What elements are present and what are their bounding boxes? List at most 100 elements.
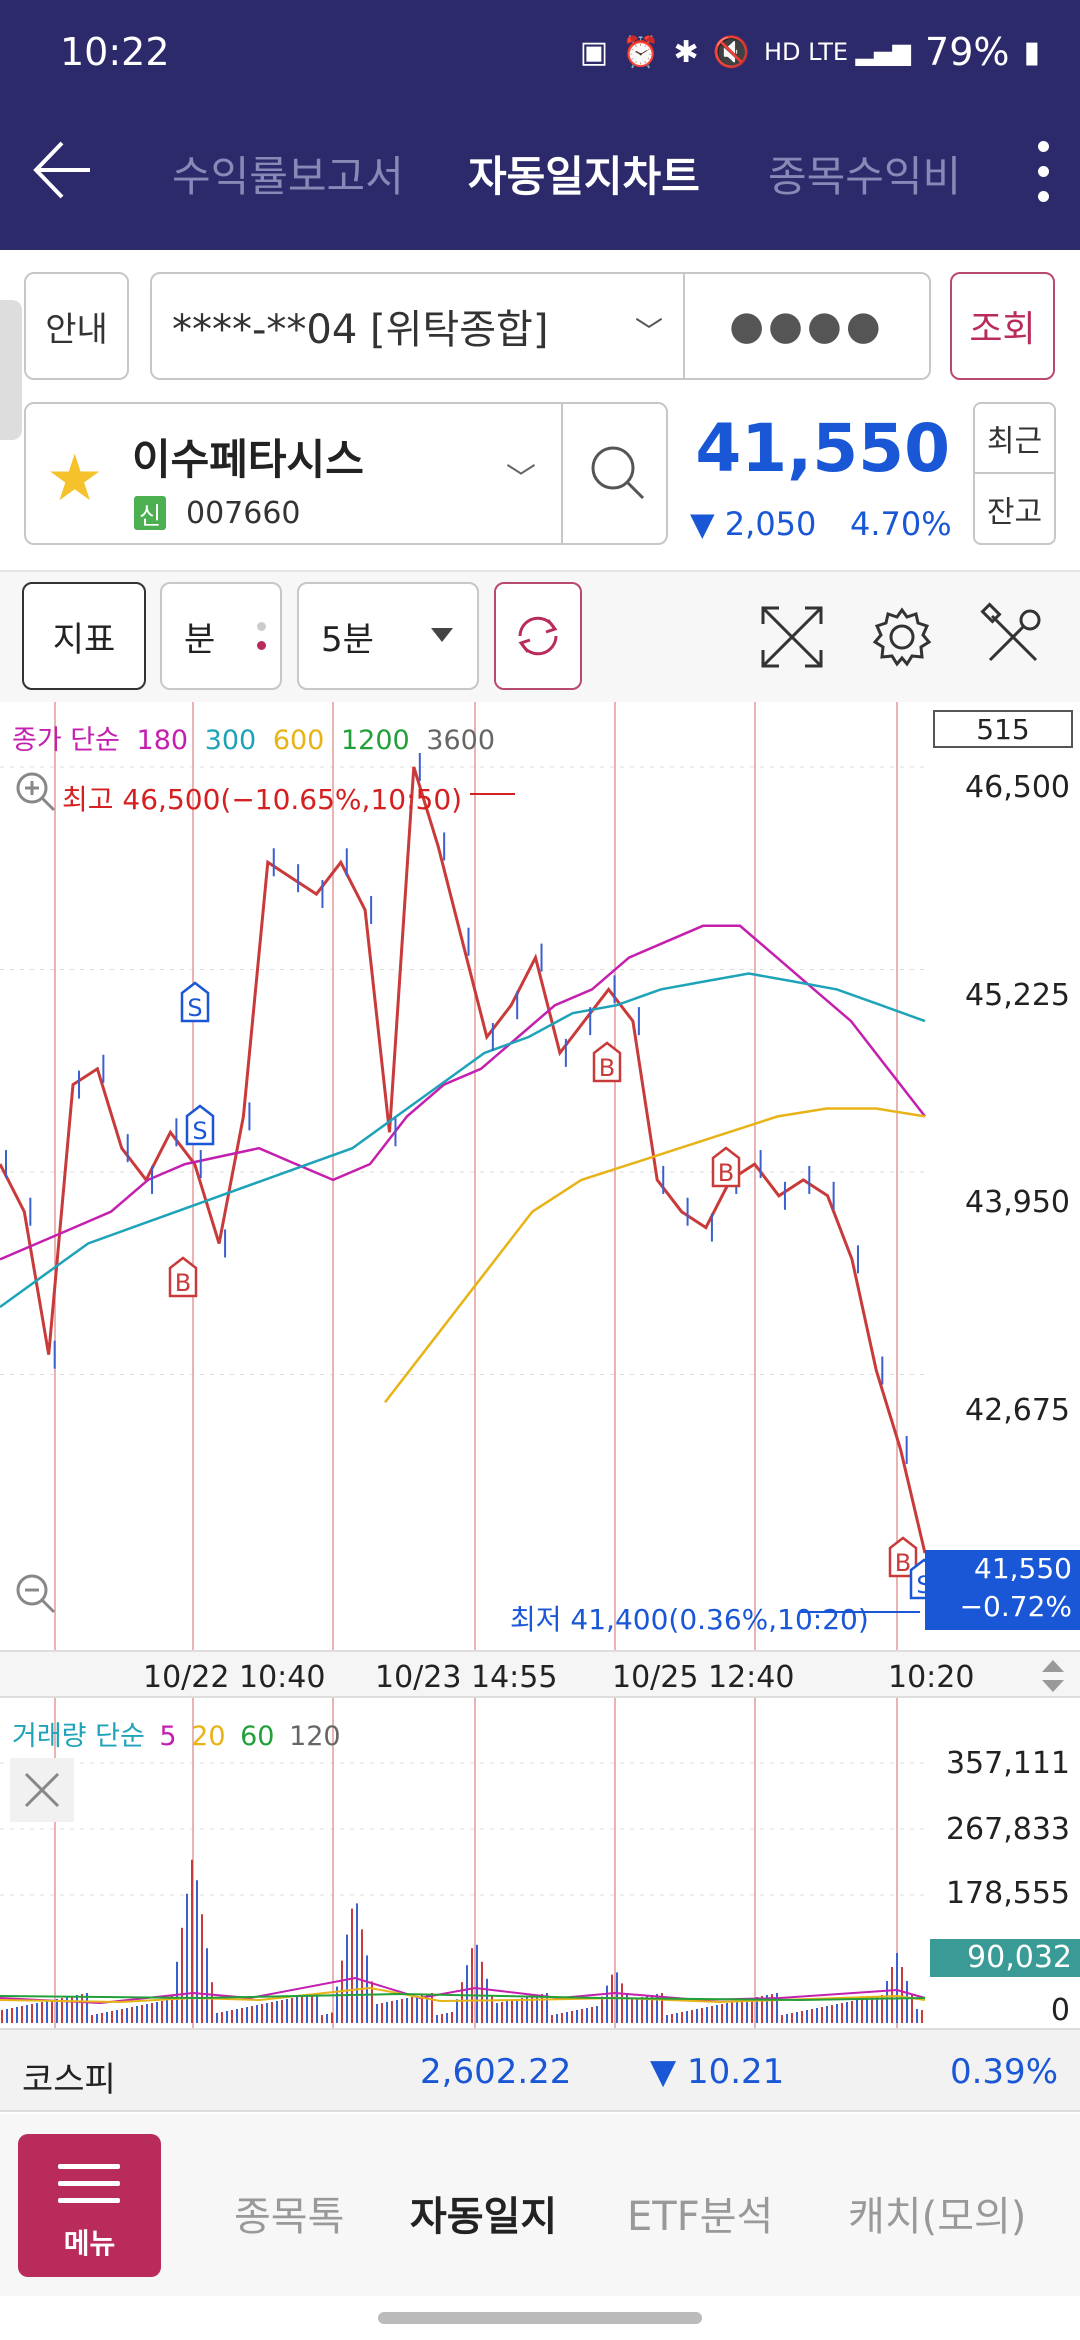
series-line-300 (0, 972, 926, 1309)
y-tick-label: 45,225 (965, 978, 1070, 1013)
tab-stock-return[interactable]: 종목수익비 (768, 143, 978, 204)
app-bar: 수익률보고서 자동일지차트 종목수익비 (0, 105, 1080, 250)
volume-y-tick: 178,555 (945, 1876, 1070, 1911)
tab-auto-journal-chart[interactable]: 자동일지차트 (468, 143, 700, 204)
price-chart-canvas[interactable]: SSBBBBS (0, 702, 1080, 1650)
series-line-180 (0, 924, 926, 1261)
chart-toolbar: 지표 분 5분 (0, 572, 1080, 702)
balance-button[interactable]: 잔고 (975, 474, 1054, 544)
status-bar: 10:22 ▣ ⏰ ✱ 🔇 HD LTE ▂▄▆ 79% ▮ (0, 0, 1080, 105)
nav-catch-mock[interactable]: 캐치(모의) (848, 2184, 1026, 2242)
legend-ma-600: 600 (272, 725, 325, 756)
legend-prefix: 종가 단순 (12, 725, 120, 756)
dots-icon (257, 622, 266, 660)
index-name: 코스피 (22, 2060, 116, 2100)
series-line-600 (384, 1107, 926, 1404)
recent-balance-toggle: 최근 잔고 (973, 402, 1056, 545)
index-ticker[interactable]: 코스피 2,602.22 ▼ 10.21 0.39% (0, 2028, 1080, 2112)
y-tick-label: 43,950 (965, 1185, 1070, 1220)
signal-label: B (175, 1269, 191, 1297)
refresh-button[interactable] (494, 582, 582, 690)
query-button[interactable]: 조회 (950, 272, 1055, 380)
signal-label: S (187, 994, 202, 1022)
signal-label: B (599, 1054, 615, 1082)
account-select[interactable]: ****-**04 [위탁종합] ﹀ (150, 272, 685, 380)
bottom-nav: 메뉴 종목톡 자동일지 ETF분석 캐치(모의) (0, 2114, 1080, 2296)
legend-vol-5: 5 (159, 1721, 177, 1752)
x-axis: 10/22 10:40 10/23 14:55 10/25 12:40 10:2… (0, 1650, 1080, 1698)
account-row: 안내 ****-**04 [위탁종합] ﹀ ●●●● 조회 (0, 272, 1080, 382)
stock-name: 이수페타시스 (132, 435, 364, 484)
home-indicator (378, 2312, 702, 2324)
nav-etf-analysis[interactable]: ETF분석 (627, 2184, 773, 2242)
period-label: 분 (184, 619, 216, 660)
x-tick-label: 10:20 (888, 1660, 975, 1695)
battery-icon: ▮ (1023, 34, 1040, 70)
account-number: ****-**04 [위탁종합] (172, 307, 549, 353)
current-price: 41,550 (695, 410, 950, 487)
signal-label: S (192, 1117, 207, 1145)
stock-selector[interactable]: ★ 이수페타시스 신 007660 ﹀ (24, 402, 668, 545)
hamburger-icon (58, 2164, 120, 2215)
index-change-pct: 0.39% (949, 2052, 1058, 2092)
menu-button[interactable]: 메뉴 (18, 2134, 161, 2277)
mute-icon: 🔇 (712, 34, 750, 70)
legend-vol-20: 20 (191, 1721, 226, 1752)
battery-percent: 79% (925, 30, 1010, 74)
last-volume-tag: 90,032 (930, 1939, 1080, 1977)
back-arrow-icon[interactable] (28, 135, 98, 205)
chevron-down-icon: ﹀ (634, 315, 663, 348)
recent-button[interactable]: 최근 (975, 404, 1054, 474)
volume-y-tick: 357,111 (945, 1746, 1070, 1781)
chevron-down-icon[interactable]: ﹀ (506, 454, 536, 498)
signal-label: B (718, 1159, 734, 1187)
close-icon[interactable] (10, 1758, 74, 1822)
low-price-label: 최저 41,400(0.36%,10:20) (510, 1603, 869, 1636)
last-price-pct: −0.72% (959, 1590, 1072, 1623)
interval-select[interactable]: 5분 (297, 582, 479, 690)
series-line-종가 (0, 766, 927, 1554)
tools-icon[interactable] (978, 602, 1048, 672)
menu-label: 메뉴 (63, 2227, 116, 2260)
favorite-star-icon[interactable]: ★ (46, 442, 103, 516)
y-tick-label: 46,500 (965, 770, 1070, 805)
search-icon (591, 446, 645, 500)
x-tick-label: 10/25 12:40 (612, 1660, 795, 1695)
zoom-out-icon[interactable] (12, 1570, 60, 1618)
price-change: ▼ 2,050 (690, 505, 817, 543)
stock-code: 007660 (186, 496, 301, 531)
password-field[interactable]: ●●●● (683, 272, 931, 380)
period-button[interactable]: 분 (160, 582, 282, 690)
candle-count[interactable]: 515 (933, 710, 1073, 748)
legend-ma-300: 300 (204, 725, 257, 756)
battery-saver-icon: ▣ (579, 34, 609, 70)
x-tick-label: 10/23 14:55 (375, 1660, 558, 1695)
y-tick-label: 42,675 (965, 1393, 1070, 1428)
high-price-label: 최고 46,500(−10.65%,10:50) (62, 783, 463, 816)
signal-icon: HD LTE ▂▄▆ (763, 38, 912, 66)
nav-stock-talk[interactable]: 종목톡 (234, 2184, 344, 2242)
dropdown-arrow-icon (431, 628, 453, 642)
resize-handle-icon[interactable] (1038, 1656, 1068, 1696)
volume-y-tick: 0 (1050, 1993, 1070, 2028)
last-price-tag: 41,550 −0.72% (925, 1550, 1080, 1630)
volume-y-tick: 267,833 (945, 1812, 1070, 1847)
tab-return-report[interactable]: 수익률보고서 (172, 143, 404, 204)
info-button[interactable]: 안내 (24, 272, 129, 380)
more-menu-icon[interactable] (1028, 133, 1058, 213)
refresh-icon (518, 616, 558, 656)
legend-vol-120: 120 (289, 1721, 341, 1752)
expand-icon[interactable] (757, 602, 827, 672)
settings-gear-icon[interactable] (867, 602, 937, 672)
status-time: 10:22 (60, 30, 170, 74)
search-button[interactable] (561, 404, 668, 543)
nav-auto-journal[interactable]: 자동일지 (410, 2184, 557, 2242)
volume-legend: 거래량 단순 5 20 60 120 (12, 1714, 347, 1753)
bluetooth-icon: ✱ (673, 34, 699, 70)
credit-badge: 신 (134, 496, 166, 530)
last-price: 41,550 (974, 1552, 1072, 1585)
zoom-in-icon[interactable] (12, 768, 60, 816)
legend-vol-60: 60 (240, 1721, 275, 1752)
indicator-button[interactable]: 지표 (22, 582, 146, 690)
legend-ma-3600: 3600 (426, 725, 495, 756)
